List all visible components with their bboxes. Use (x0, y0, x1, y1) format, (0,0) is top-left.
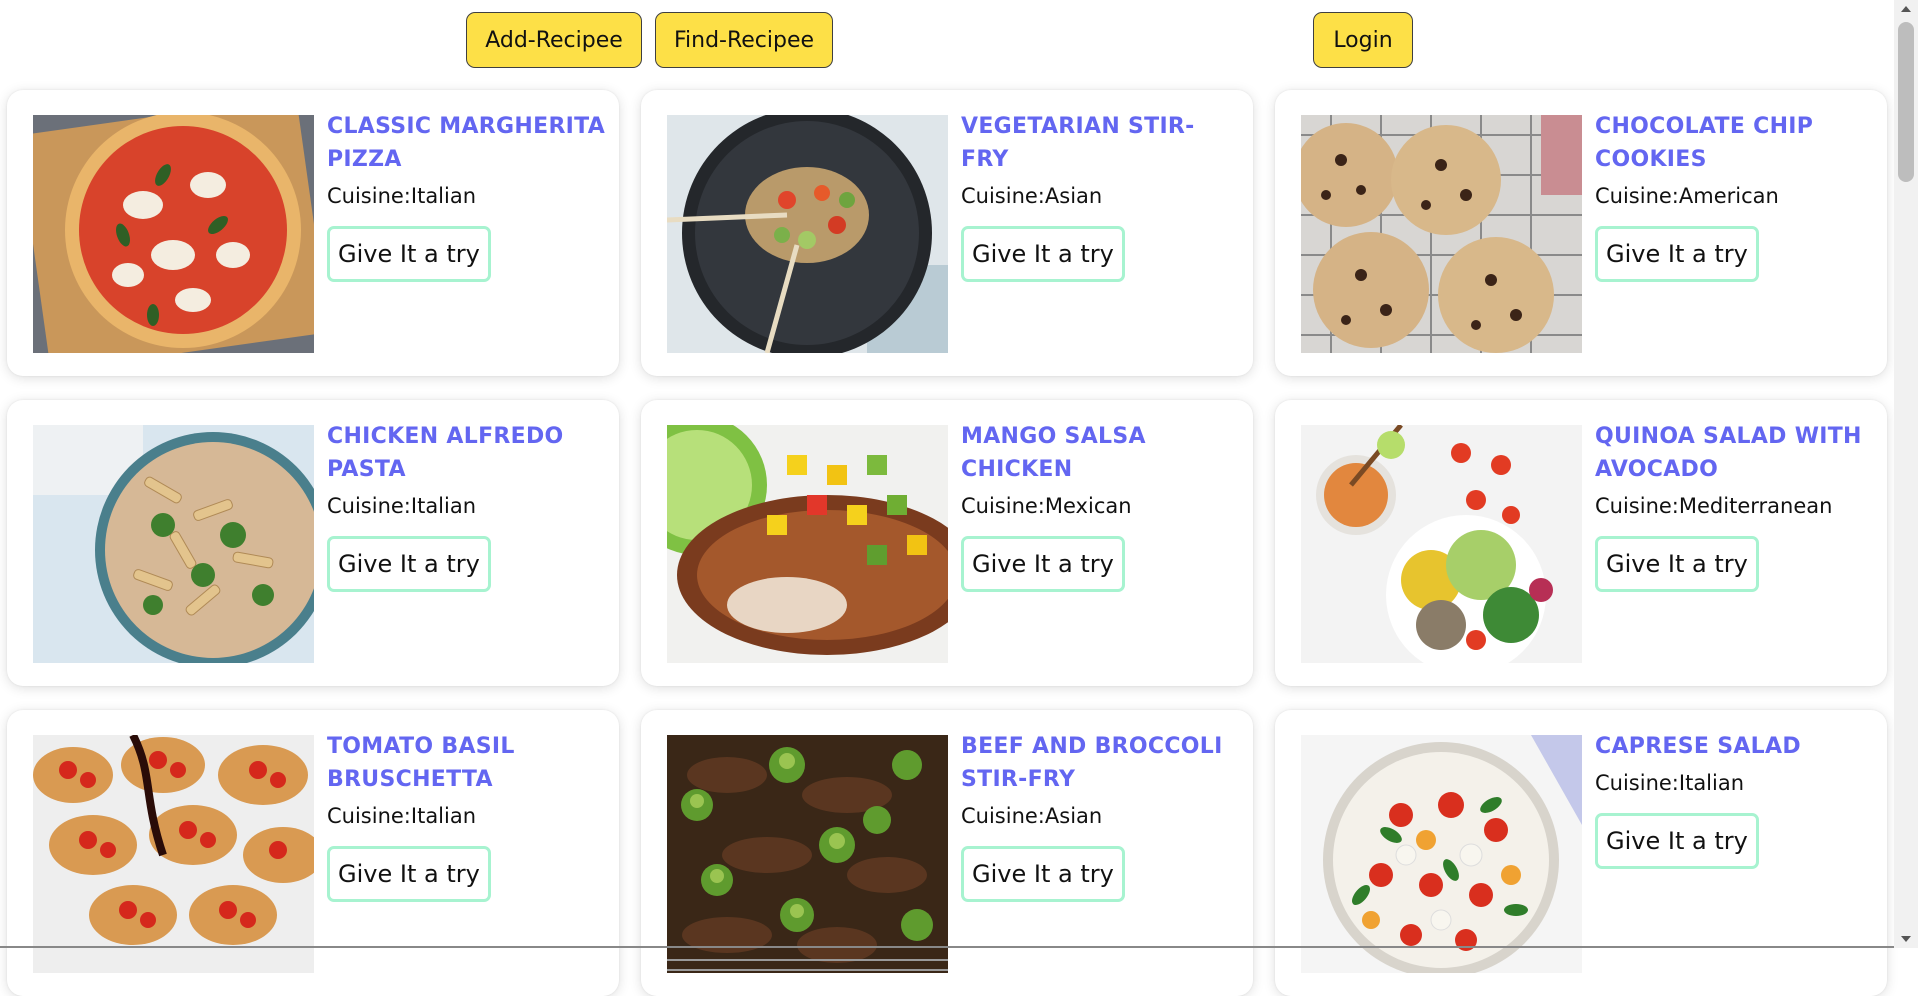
recipe-cuisine: Cuisine:Italian (327, 182, 607, 210)
scroll-up-arrow-icon[interactable] (1901, 6, 1911, 12)
recipe-image-beef-broccoli (667, 735, 948, 973)
recipe-card: Beef and Broccoli Stir-Fry Cuisine:Asian… (641, 710, 1253, 996)
give-it-a-try-button[interactable]: Give It a try (961, 536, 1125, 592)
scroll-thumb[interactable] (1898, 22, 1914, 182)
cuisine-value: Italian (410, 804, 477, 828)
recipe-cuisine: Cuisine:Mediterranean (1595, 492, 1875, 520)
recipe-title: Chocolate Chip Cookies (1595, 114, 1814, 172)
give-it-a-try-button[interactable]: Give It a try (961, 846, 1125, 902)
recipe-cuisine: Cuisine:Asian (961, 182, 1241, 210)
cuisine-label: Cuisine: (1595, 771, 1679, 795)
recipe-title: Mango Salsa Chicken (961, 424, 1146, 482)
cuisine-label: Cuisine: (327, 494, 411, 518)
cuisine-value: Asian (1044, 804, 1103, 828)
cuisine-label: Cuisine: (1595, 184, 1679, 208)
give-it-a-try-button[interactable]: Give It a try (1595, 226, 1759, 282)
recipe-title: Beef and Broccoli Stir-Fry (961, 734, 1223, 792)
give-it-a-try-button[interactable]: Give It a try (327, 226, 491, 282)
cuisine-value: Italian (1678, 771, 1745, 795)
recipe-cuisine: Cuisine:Italian (327, 802, 607, 830)
recipe-image-mango-chicken (667, 425, 948, 663)
cuisine-value: American (1678, 184, 1779, 208)
cuisine-label: Cuisine: (1595, 494, 1679, 518)
recipe-title: Classic Margherita Pizza (327, 114, 606, 172)
recipe-image-quinoa-salad (1301, 425, 1582, 663)
give-it-a-try-button[interactable]: Give It a try (327, 846, 491, 902)
cuisine-label: Cuisine: (961, 494, 1045, 518)
cuisine-label: Cuisine: (327, 804, 411, 828)
recipe-cuisine: Cuisine:Italian (1595, 769, 1875, 797)
recipe-cuisine: Cuisine:American (1595, 182, 1875, 210)
cuisine-value: Italian (410, 494, 477, 518)
recipe-title: Caprese Salad (1595, 734, 1801, 759)
recipe-image-caprese (1301, 735, 1582, 973)
recipe-card: Vegetarian Stir-Fry Cuisine:Asian Give I… (641, 90, 1253, 376)
cuisine-value: Asian (1044, 184, 1103, 208)
scroll-down-arrow-icon[interactable] (1901, 936, 1911, 942)
give-it-a-try-button[interactable]: Give It a try (1595, 536, 1759, 592)
recipe-cuisine: Cuisine:Asian (961, 802, 1241, 830)
recipe-image-bruschetta (33, 735, 314, 973)
recipe-card: Quinoa Salad with Avocado Cuisine:Medite… (1275, 400, 1887, 686)
recipe-image-cookies (1301, 115, 1582, 353)
recipe-cuisine: Cuisine:Italian (327, 492, 607, 520)
recipe-card: Mango Salsa Chicken Cuisine:Mexican Give… (641, 400, 1253, 686)
give-it-a-try-button[interactable]: Give It a try (961, 226, 1125, 282)
recipe-image-pasta (33, 425, 314, 663)
recipe-card: Classic Margherita Pizza Cuisine:Italian… (7, 90, 619, 376)
give-it-a-try-button[interactable]: Give It a try (1595, 813, 1759, 869)
recipe-title: Vegetarian Stir-Fry (961, 114, 1195, 172)
give-it-a-try-button[interactable]: Give It a try (327, 536, 491, 592)
cuisine-value: Mexican (1044, 494, 1132, 518)
recipe-card: Chocolate Chip Cookies Cuisine:American … (1275, 90, 1887, 376)
cuisine-label: Cuisine: (327, 184, 411, 208)
recipe-card: Tomato Basil Bruschetta Cuisine:Italian … (7, 710, 619, 996)
recipe-image-pizza (33, 115, 314, 353)
recipe-title: Chicken Alfredo Pasta (327, 424, 564, 482)
recipe-card: Chicken Alfredo Pasta Cuisine:Italian Gi… (7, 400, 619, 686)
recipe-cuisine: Cuisine:Mexican (961, 492, 1241, 520)
recipe-title: Quinoa Salad with Avocado (1595, 424, 1862, 482)
recipe-card: Caprese Salad Cuisine:Italian Give It a … (1275, 710, 1887, 996)
vertical-scrollbar[interactable] (1894, 0, 1918, 948)
cuisine-value: Italian (410, 184, 477, 208)
recipe-title: Tomato Basil Bruschetta (327, 734, 515, 792)
recipe-grid: Classic Margherita Pizza Cuisine:Italian… (0, 0, 1894, 996)
cuisine-label: Cuisine: (961, 804, 1045, 828)
cuisine-label: Cuisine: (961, 184, 1045, 208)
cuisine-value: Mediterranean (1678, 494, 1833, 518)
recipe-image-stir-fry (667, 115, 948, 353)
